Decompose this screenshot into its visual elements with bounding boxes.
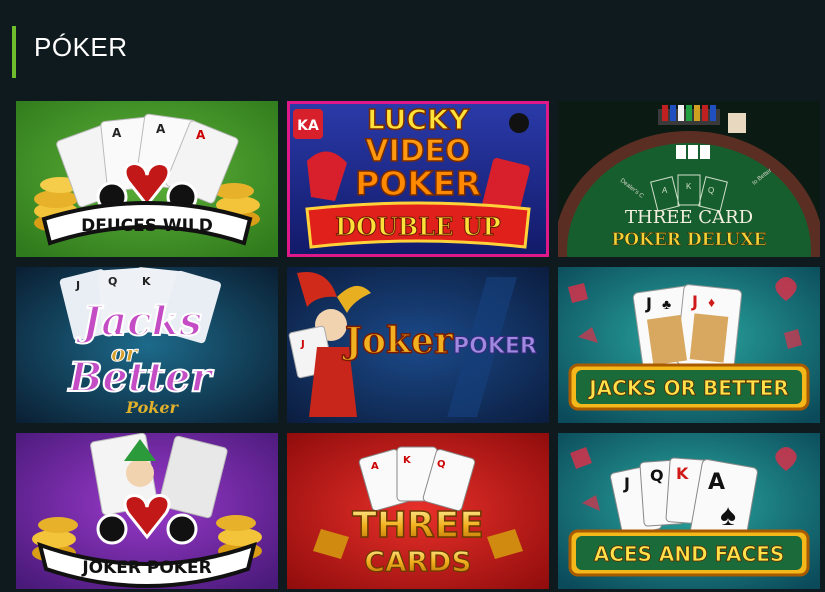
dealer-cards-icon [676,145,710,159]
game-tag: Poker [125,398,180,417]
svg-text:A: A [371,461,379,472]
svg-text:♣: ♣ [662,296,671,312]
game-tile-three-card-poker-deluxe[interactable]: Dealer's C to Better A K Q THREE CARD PO… [558,101,820,257]
lucky-video-poker-artwork: KA LUCKY VIDEO POKER DOUBLE UP [287,101,549,257]
club-icon [509,113,529,133]
svg-text:K: K [403,455,412,466]
three-cards-artwork: A K Q THREE CARDS [287,433,549,589]
game-grid: AAA DEUCES WILD KA LUCKY VIDEO POKER DOU… [16,101,823,591]
section-title: PÓKER [34,32,128,62]
game-tile-joker-poker[interactable]: JOKER POKER [16,433,278,589]
jack-cards-icon: J ♣ J ♦ [632,284,743,373]
title-line-3: POKER [355,164,481,203]
svg-text:K: K [676,464,689,483]
aces-and-faces-artwork: J Q K A ♠ ACES AND FACES [558,433,820,589]
svg-text:J: J [691,292,698,311]
game-tile-deuces-wild[interactable]: A A A DEUCES WILD [16,101,278,257]
game-tile-joker-poker-classic[interactable]: J Joker POKER [287,267,549,423]
game-title: THREE CARD [625,207,753,228]
svg-text:K: K [142,275,151,288]
card-shoe-icon [728,113,746,133]
game-tile-lucky-video-poker[interactable]: KA LUCKY VIDEO POKER DOUBLE UP [287,101,549,257]
svg-text:A: A [708,470,725,495]
game-subtitle: POKER DELUXE [611,230,766,250]
game-title: JOKER POKER [81,558,211,578]
title-line-1: THREE [352,505,484,546]
jacks-or-better-classic-artwork: JQK Jacks or Better Poker [16,267,278,423]
chip-rack-icon [658,105,720,125]
section-header: PÓKER [12,26,412,78]
svg-text:A: A [662,186,668,195]
svg-text:♠: ♠ [720,499,736,532]
svg-text:Q: Q [108,275,117,288]
accent-bar [12,26,16,78]
svg-text:K: K [686,182,692,191]
svg-text:A: A [196,128,206,142]
svg-text:Q: Q [708,186,714,195]
game-title: ACES AND FACES [594,542,785,566]
ka-logo-icon: KA [293,109,323,139]
game-title: Joker [342,320,454,362]
game-title: JACKS OR BETTER [587,376,789,400]
joker-poker-artwork: JOKER POKER [16,433,278,589]
game-tile-aces-and-faces[interactable]: J Q K A ♠ ACES AND FACES [558,433,820,589]
svg-text:J: J [623,474,630,493]
title-line-3: Better [68,354,215,401]
joker-poker-classic-artwork: J Joker POKER [287,267,549,423]
svg-text:Q: Q [437,459,446,470]
title-line-1: LUCKY [367,103,470,136]
svg-text:A: A [156,122,166,136]
svg-text:Q: Q [650,466,664,485]
three-card-poker-artwork: Dealer's C to Better A K Q THREE CARD PO… [558,101,820,257]
svg-text:J: J [645,294,652,313]
title-line-1: Jacks [75,298,201,345]
jacks-or-better-artwork: J ♣ J ♦ JACKS OR BETTER [558,267,820,423]
svg-text:J: J [75,279,80,292]
svg-text:♦: ♦ [708,294,715,310]
banner-text: DOUBLE UP [335,212,500,241]
svg-text:J: J [300,339,305,350]
svg-text:KA: KA [297,118,319,134]
game-tile-jacks-or-better-classic[interactable]: JQK Jacks or Better Poker [16,267,278,423]
game-title: DEUCES WILD [81,216,213,236]
svg-text:A: A [112,126,122,140]
game-tile-three-cards[interactable]: A K Q THREE CARDS [287,433,549,589]
title-line-2: CARDS [364,545,471,578]
deuces-wild-artwork: A A A DEUCES WILD [16,101,278,257]
game-tile-jacks-or-better[interactable]: J ♣ J ♦ JACKS OR BETTER [558,267,820,423]
game-title-2: POKER [453,334,537,359]
